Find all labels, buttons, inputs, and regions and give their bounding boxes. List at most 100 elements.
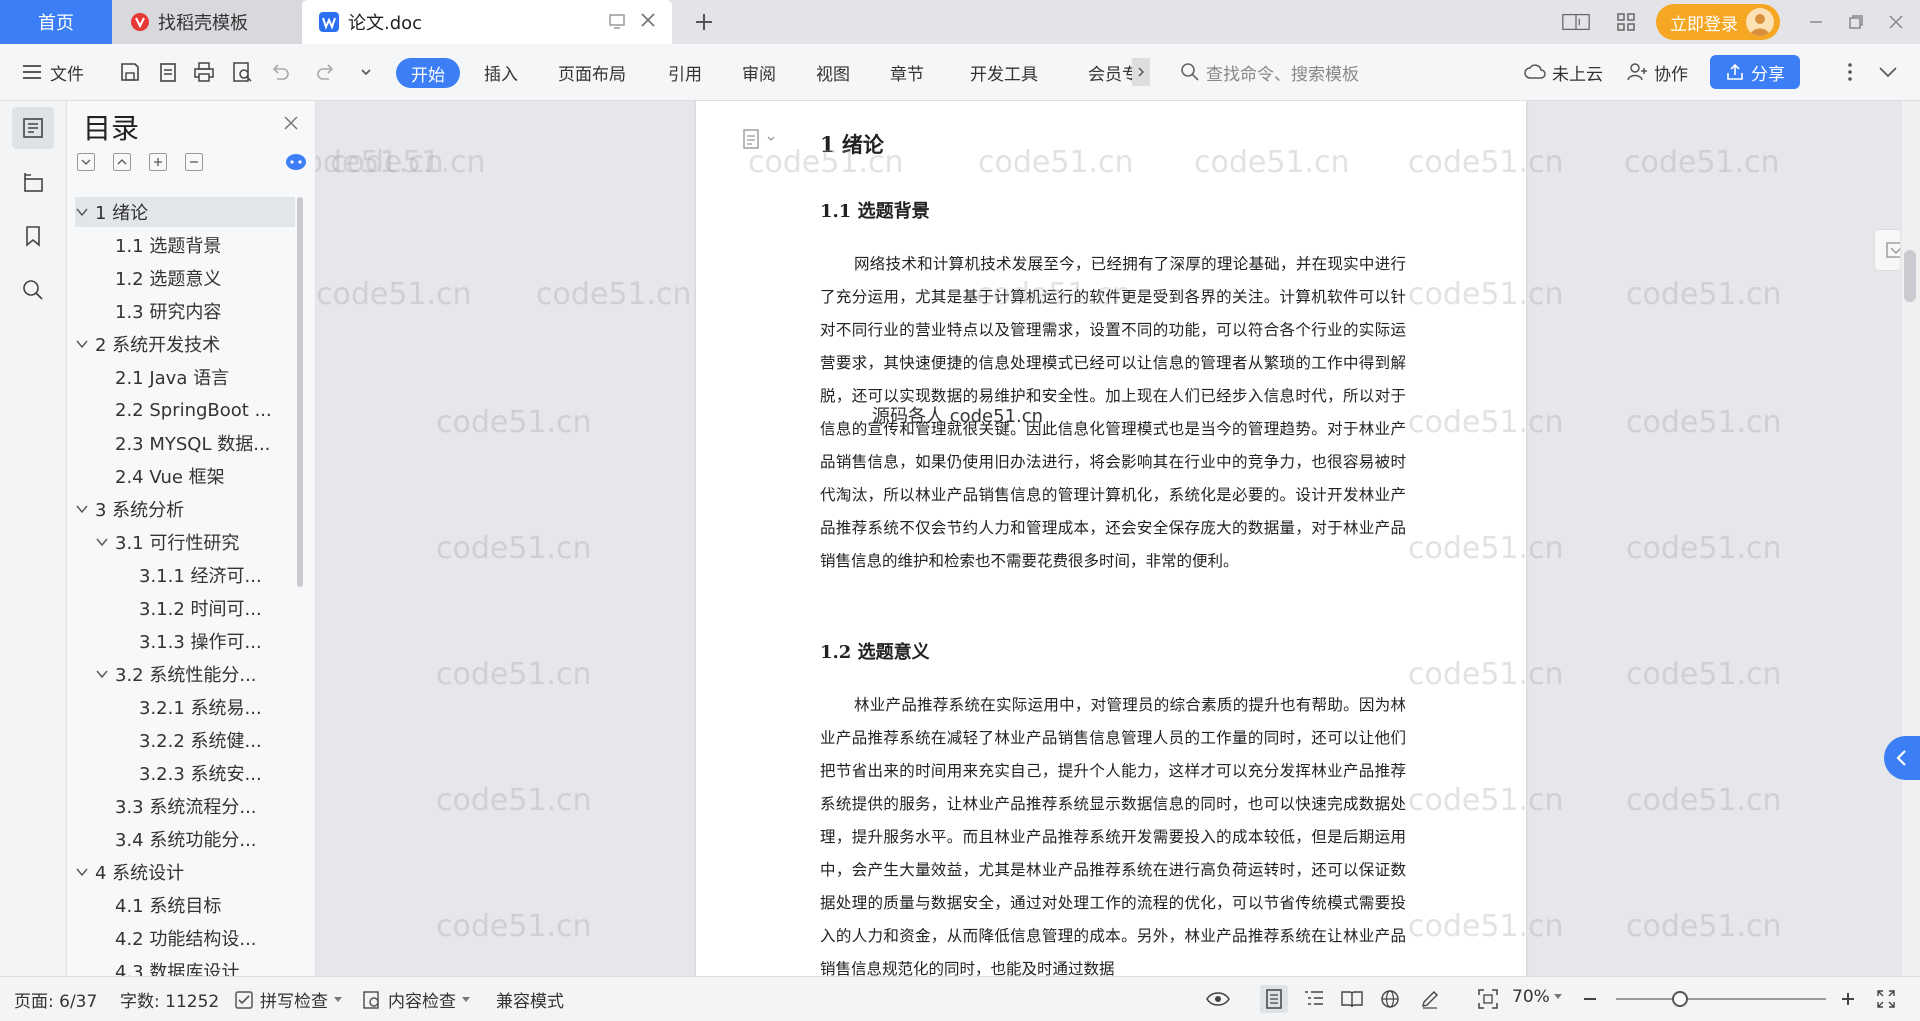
tab-home[interactable]: 首页 xyxy=(0,0,112,44)
fit-page-icon[interactable] xyxy=(1474,985,1502,1013)
compatibility-mode[interactable]: 兼容模式 xyxy=(496,987,564,1012)
close-tab-icon[interactable] xyxy=(638,10,658,30)
tab-reference[interactable]: 引用 xyxy=(668,58,702,86)
tab-bar: 首页 找稻壳模板 论文.doc 立即登录 xyxy=(0,0,1920,44)
filter-icon[interactable] xyxy=(1874,229,1900,271)
toc-item[interactable]: 3.2 系统性能分... xyxy=(75,659,315,689)
collaborate-button[interactable]: 协作 xyxy=(1626,58,1688,86)
read-view-icon[interactable] xyxy=(1338,985,1366,1013)
tab-scroll-right-icon[interactable] xyxy=(1132,58,1150,86)
chevron-down-icon xyxy=(96,538,108,547)
toc-item[interactable]: 3.1 可行性研究 xyxy=(75,527,315,557)
tab-insert[interactable]: 插入 xyxy=(484,58,518,86)
toc-scrollbar[interactable] xyxy=(297,197,303,587)
file-menu[interactable]: 文件 xyxy=(22,58,84,86)
toc-item[interactable]: 4.2 功能结构设... xyxy=(75,923,315,953)
toc-item[interactable]: 1 绪论 xyxy=(75,197,295,227)
more-options-icon[interactable] xyxy=(1836,58,1864,86)
fullscreen-icon[interactable] xyxy=(1872,985,1900,1013)
toc-item[interactable]: 2.3 MYSQL 数据... xyxy=(75,428,315,458)
print-preview-icon[interactable] xyxy=(228,58,256,86)
toc-item-label: 2.1 Java 语言 xyxy=(115,368,230,389)
toc-item[interactable]: 1.2 选题意义 xyxy=(75,263,315,293)
undo-icon[interactable] xyxy=(266,58,294,86)
toc-item[interactable]: 3.1.2 时间可... xyxy=(75,593,315,623)
screen-icon[interactable] xyxy=(608,12,626,30)
toc-item[interactable]: 4.3 数据库设计 xyxy=(75,956,315,976)
tab-dev-tools[interactable]: 开发工具 xyxy=(970,58,1038,86)
tab-page-layout[interactable]: 页面布局 xyxy=(558,58,626,86)
write-mode-icon[interactable] xyxy=(1416,985,1444,1013)
apps-grid-icon[interactable] xyxy=(1612,8,1640,36)
spell-check-button[interactable]: 拼写检查 xyxy=(234,987,342,1012)
toc-item[interactable]: 3 系统分析 xyxy=(75,494,295,524)
page-view-icon[interactable] xyxy=(1260,985,1288,1013)
outline-view-icon[interactable] xyxy=(1300,985,1328,1013)
zoom-slider-track[interactable] xyxy=(1616,998,1826,1000)
toc-item-label: 3.1.2 时间可... xyxy=(139,599,262,620)
chevron-left-icon xyxy=(1896,750,1906,766)
eye-protection-icon[interactable] xyxy=(1204,985,1232,1013)
layout-icon[interactable] xyxy=(1562,8,1590,36)
toc-item[interactable]: 2 系统开发技术 xyxy=(75,329,295,359)
tab-document[interactable]: 论文.doc xyxy=(302,0,672,44)
page-indicator[interactable]: 页面: 6/37 xyxy=(14,987,97,1012)
toc-item[interactable]: 4.1 系统目标 xyxy=(75,890,315,920)
tab-chapter[interactable]: 章节 xyxy=(890,58,924,86)
add-heading-icon[interactable] xyxy=(149,153,167,171)
tab-view[interactable]: 视图 xyxy=(816,58,850,86)
toc-item[interactable]: 3.2.3 系统安... xyxy=(75,758,315,788)
collapse-ribbon-icon[interactable] xyxy=(1874,58,1902,86)
smart-toc-icon[interactable] xyxy=(285,153,307,171)
remove-heading-icon[interactable] xyxy=(185,153,203,171)
toc-item[interactable]: 1.3 研究内容 xyxy=(75,296,315,326)
side-panel-toggle[interactable] xyxy=(1884,736,1920,780)
expand-all-icon[interactable] xyxy=(113,153,131,171)
print-icon[interactable] xyxy=(190,58,218,86)
toc-item[interactable]: 3.4 系统功能分... xyxy=(75,824,315,854)
toc-item[interactable]: 1.1 选题背景 xyxy=(75,230,315,260)
toc-item[interactable]: 4 系统设计 xyxy=(75,857,295,887)
toc-item[interactable]: 3.3 系统流程分... xyxy=(75,791,315,821)
more-quick-access-icon[interactable] xyxy=(352,58,380,86)
close-panel-icon[interactable] xyxy=(283,115,299,131)
toc-item[interactable]: 3.2.1 系统易... xyxy=(75,692,315,722)
collapse-all-icon[interactable] xyxy=(77,153,95,171)
scrollbar-thumb[interactable] xyxy=(1904,250,1916,302)
navigation-icon[interactable] xyxy=(12,161,54,203)
watermark: code51.cn xyxy=(1624,145,1780,180)
toc-item[interactable]: 2.1 Java 语言 xyxy=(75,362,315,392)
zoom-out-icon[interactable] xyxy=(1576,985,1604,1013)
word-count[interactable]: 字数: 11252 xyxy=(120,987,219,1012)
toc-item[interactable]: 2.2 SpringBoot ... xyxy=(75,395,315,425)
toc-item[interactable]: 3.2.2 系统健... xyxy=(75,725,315,755)
share-button[interactable]: 分享 xyxy=(1710,55,1800,89)
tab-template[interactable]: 找稻壳模板 xyxy=(112,0,302,44)
document-page[interactable]: 1 绪论 1.1 选题背景 网络技术和计算机技术发展至今，已经拥有了深厚的理论基… xyxy=(696,101,1526,976)
tab-review[interactable]: 审阅 xyxy=(742,58,776,86)
vertical-scrollbar[interactable] xyxy=(1902,101,1920,976)
minimize-icon[interactable] xyxy=(1802,8,1830,36)
cloud-status[interactable]: 未上云 xyxy=(1524,58,1603,86)
find-icon[interactable] xyxy=(12,269,54,311)
toc-item[interactable]: 3.1.1 经济可... xyxy=(75,560,315,590)
command-search[interactable]: 查找命令、搜索模板 xyxy=(1180,58,1359,86)
toc-item[interactable]: 3.1.3 操作可... xyxy=(75,626,315,656)
content-check-button[interactable]: 内容检查 xyxy=(362,987,470,1012)
tab-start[interactable]: 开始 xyxy=(396,58,460,88)
new-tab-icon[interactable] xyxy=(690,8,718,36)
login-button[interactable]: 立即登录 xyxy=(1656,4,1780,40)
zoom-in-icon[interactable] xyxy=(1834,985,1862,1013)
bookmark-icon[interactable] xyxy=(12,215,54,257)
zoom-level[interactable]: 70% xyxy=(1512,987,1562,1007)
toc-panel-icon[interactable] xyxy=(12,107,54,149)
save-icon[interactable] xyxy=(116,58,144,86)
web-view-icon[interactable] xyxy=(1376,985,1404,1013)
zoom-slider-thumb[interactable] xyxy=(1672,991,1688,1007)
content-check-label: 内容检查 xyxy=(388,992,456,1012)
restore-icon[interactable] xyxy=(1842,8,1870,36)
redo-icon[interactable] xyxy=(312,58,340,86)
close-window-icon[interactable] xyxy=(1882,8,1910,36)
toc-item[interactable]: 2.4 Vue 框架 xyxy=(75,461,315,491)
export-pdf-icon[interactable] xyxy=(154,58,182,86)
